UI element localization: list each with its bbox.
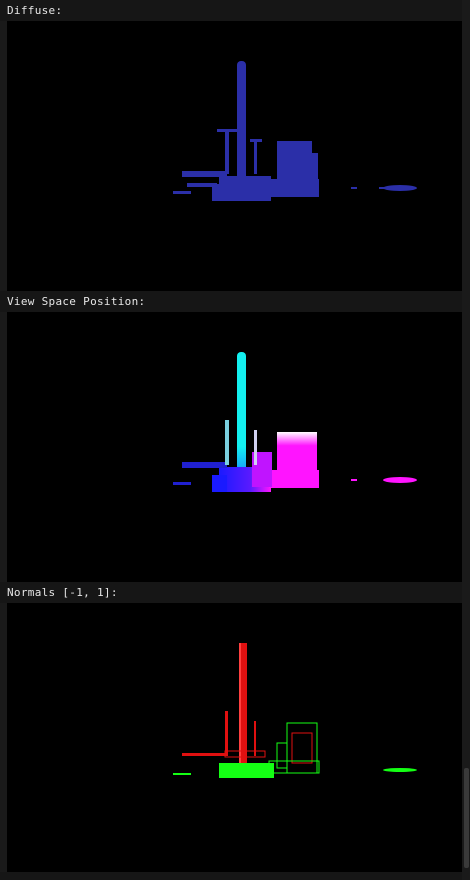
scrollbar-thumb[interactable] <box>464 768 469 868</box>
position-viewport <box>7 312 462 582</box>
position-render <box>173 352 417 492</box>
normals-label: Normals [-1, 1]: <box>0 582 462 603</box>
normals-render <box>173 643 417 778</box>
gbuffer-debug-window: Diffuse: View Space Position: Normals [-… <box>0 0 470 880</box>
position-label: View Space Position: <box>0 291 462 312</box>
diffuse-render <box>173 61 417 201</box>
diffuse-label: Diffuse: <box>0 0 462 21</box>
vertical-scrollbar[interactable] <box>462 0 470 880</box>
normals-viewport <box>7 603 462 873</box>
bottom-strip <box>0 872 470 880</box>
diffuse-viewport <box>7 21 462 291</box>
